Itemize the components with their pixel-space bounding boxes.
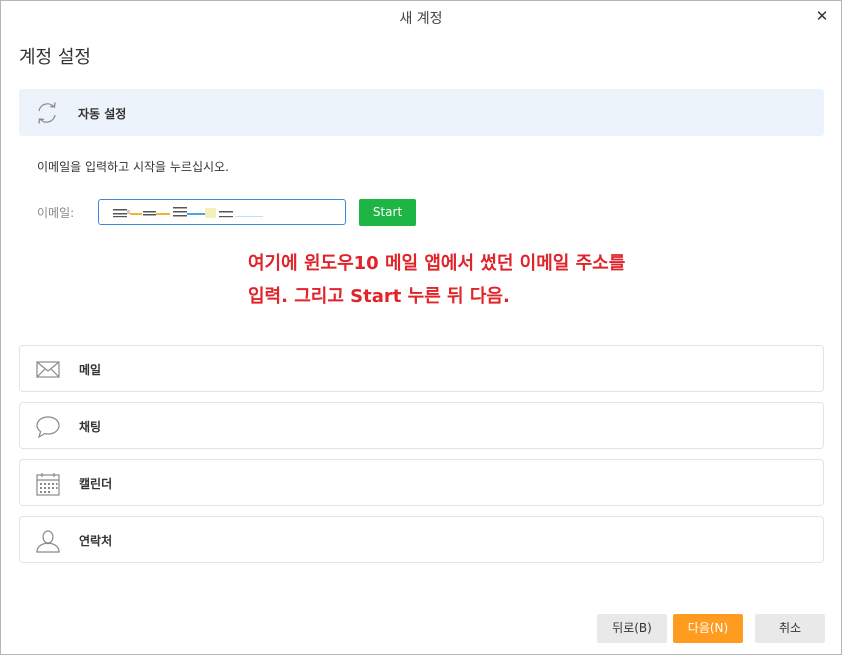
cancel-button[interactable]: 취소 bbox=[755, 614, 825, 643]
service-chat[interactable]: 채팅 bbox=[19, 402, 824, 449]
close-icon[interactable]: ✕ bbox=[813, 7, 831, 25]
auto-setup-section[interactable]: 자동 설정 bbox=[19, 89, 824, 136]
service-label-contacts: 연락처 bbox=[79, 534, 113, 548]
calendar-icon bbox=[36, 473, 60, 496]
annotation-line-1: 여기에 윈도우10 메일 앱에서 썼던 이메일 주소를 bbox=[248, 253, 626, 274]
service-label-mail: 메일 bbox=[79, 363, 102, 377]
mail-icon bbox=[36, 361, 60, 378]
person-icon bbox=[36, 530, 60, 553]
service-contacts[interactable]: 연락처 bbox=[19, 516, 824, 563]
service-calendar[interactable]: 캘린더 bbox=[19, 459, 824, 506]
instruction-text: 이메일을 입력하고 시작을 누르십시오. bbox=[37, 160, 229, 174]
annotation-note: 여기에 윈도우10 메일 앱에서 썼던 이메일 주소를 입력. 그리고 Star… bbox=[248, 247, 625, 313]
service-label-chat: 채팅 bbox=[79, 420, 102, 434]
start-button[interactable]: Start bbox=[359, 199, 416, 226]
next-button[interactable]: 다음(N) bbox=[673, 614, 743, 643]
auto-setup-label: 자동 설정 bbox=[78, 107, 127, 121]
refresh-icon bbox=[38, 102, 56, 124]
annotation-line-2: 입력. 그리고 Start 누른 뒤 다음. bbox=[248, 286, 510, 307]
new-account-dialog: 새 계정 ✕ 계정 설정 자동 설정 이메일을 입력하고 시작을 누르십시오. … bbox=[0, 0, 842, 655]
title-bar: 새 계정 ✕ bbox=[1, 1, 841, 33]
redacted-email-overlay bbox=[113, 207, 263, 218]
window-title: 새 계정 bbox=[399, 11, 443, 27]
chat-bubble-icon bbox=[36, 416, 60, 439]
email-label: 이메일: bbox=[37, 206, 75, 220]
service-label-calendar: 캘린더 bbox=[79, 477, 113, 491]
back-button[interactable]: 뒤로(B) bbox=[597, 614, 667, 643]
service-mail[interactable]: 메일 bbox=[19, 345, 824, 392]
page-title: 계정 설정 bbox=[19, 47, 91, 68]
